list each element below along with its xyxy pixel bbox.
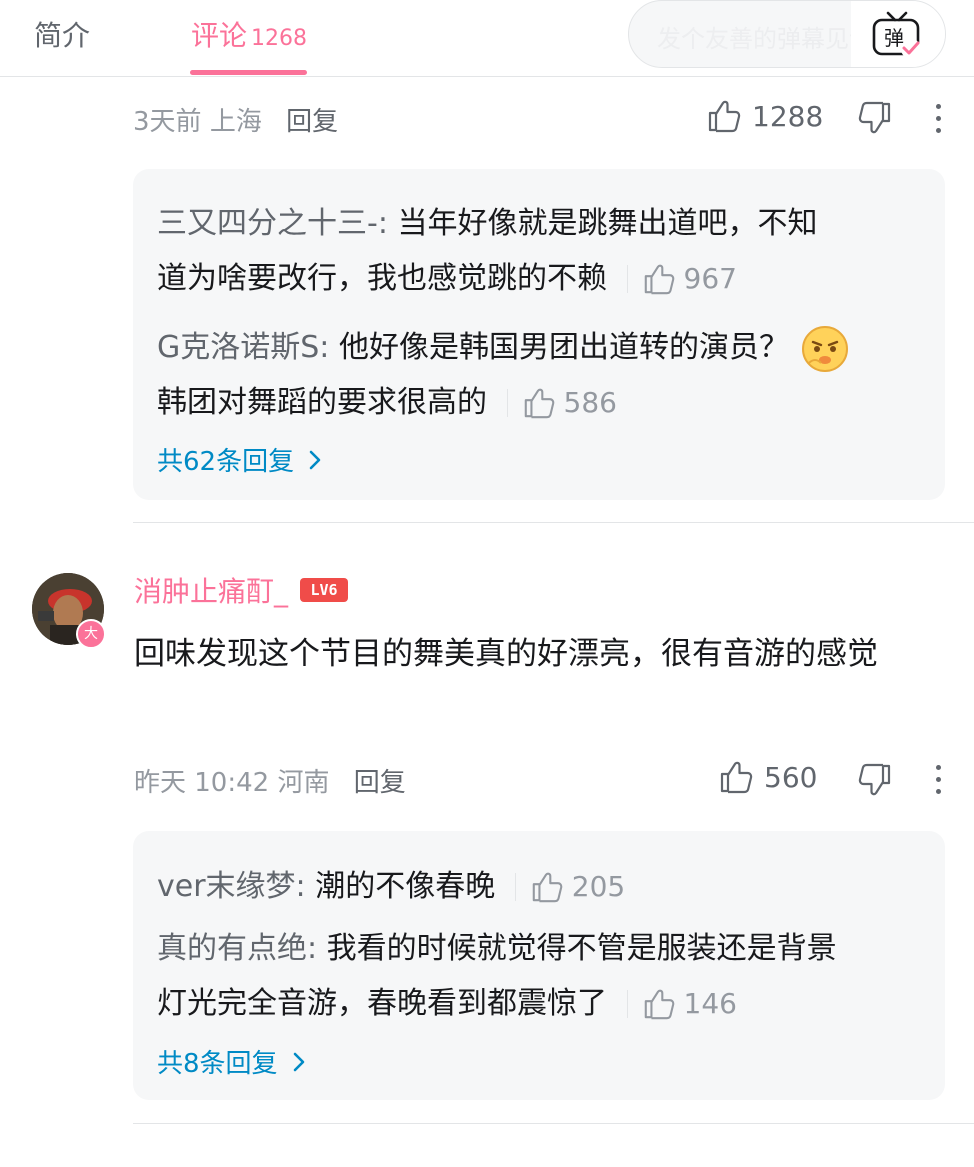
- reply-username[interactable]: 真的有点绝: [157, 931, 307, 966]
- danmaku-tv-icon: 弹: [872, 11, 921, 59]
- avatar-badge: 大: [76, 619, 106, 649]
- reply-content: 我看的时候就觉得不管是服装还是背景: [326, 931, 837, 966]
- like-button[interactable]: 560: [718, 759, 817, 795]
- comment-divider: [133, 1123, 974, 1124]
- active-tab-indicator: [190, 70, 307, 75]
- view-more-replies-link[interactable]: 共62条回复: [157, 441, 326, 478]
- reply-content-cont: 韩团对舞蹈的要求很高的: [157, 385, 487, 420]
- comment-divider: [133, 522, 974, 523]
- thumbs-up-icon: [522, 386, 556, 420]
- thumbs-up-icon: [642, 987, 676, 1021]
- more-options-icon[interactable]: [934, 765, 942, 797]
- thumbs-up-icon: [706, 98, 742, 134]
- thumbs-up-icon: [718, 759, 754, 795]
- like-count: 560: [764, 760, 818, 794]
- comment-text: 回味发现这个节目的舞美真的好漂亮，很有音游的感觉: [134, 636, 878, 672]
- reply-item[interactable]: ver末缘梦: 潮的不像春晚 205: [157, 859, 625, 914]
- chevron-right-icon: [288, 1051, 310, 1073]
- danmaku-input[interactable]: 发个友善的弹幕见证当下 弹: [628, 0, 946, 68]
- reply-preview-panel: ver末缘梦: 潮的不像春晚 205 真的有点绝: 我看的时候就觉得不管是服装还…: [133, 831, 945, 1100]
- tab-comments[interactable]: 评论 1268: [191, 14, 307, 54]
- more-replies-label: 共8条回复: [157, 1049, 278, 1079]
- reply-like[interactable]: 967: [626, 251, 737, 306]
- reply-content: 潮的不像春晚: [315, 869, 496, 904]
- comment-location: 河南: [277, 768, 330, 798]
- more-options-icon[interactable]: [934, 104, 942, 136]
- username-label: 消肿止痛酊_: [134, 575, 289, 608]
- reply-username[interactable]: 三又四分之十三-: [157, 206, 378, 241]
- level-badge: LV6: [300, 578, 349, 602]
- reply-like-count: 586: [563, 386, 617, 419]
- more-replies-label: 共62条回复: [157, 447, 295, 477]
- reply-content: 当年好像就是跳舞出道吧，不知: [397, 206, 818, 241]
- reply-username[interactable]: ver末缘梦: [157, 869, 296, 904]
- reply-like[interactable]: 146: [626, 976, 737, 1031]
- like-button[interactable]: 1288: [706, 98, 823, 134]
- reply-preview-panel: 三又四分之十三-: 当年好像就是跳舞出道吧，不知 道为啥要改行，我也感觉跳的不赖…: [133, 169, 945, 500]
- reply-like-count: 967: [683, 262, 737, 295]
- top-tab-bar: 简介 评论 1268 发个友善的弹幕见证当下 弹: [0, 0, 974, 77]
- reply-item[interactable]: 三又四分之十三-: 当年好像就是跳舞出道吧，不知 道为啥要改行，我也感觉跳的不赖…: [157, 196, 817, 306]
- danmaku-toggle-button[interactable]: 弹: [851, 1, 945, 67]
- thumbs-down-icon[interactable]: [857, 762, 893, 798]
- reply-item[interactable]: G克洛诺斯S: 他好像是韩国男团出道转的演员？ 韩团对舞蹈的要求很高的 586: [157, 320, 851, 430]
- tab-comments-count: 1268: [251, 26, 308, 51]
- comment-time: 3天前: [133, 107, 202, 137]
- reply-content-cont: 灯光完全音游，春晚看到都震惊了: [157, 986, 607, 1021]
- comment-time: 昨天 10:42: [134, 768, 270, 798]
- reply-content: 他好像是韩国男团出道转的演员？: [338, 330, 789, 365]
- tab-comments-label: 评论: [191, 19, 248, 52]
- reply-item[interactable]: 真的有点绝: 我看的时候就觉得不管是服装还是背景 灯光完全音游，春晚看到都震惊了…: [157, 921, 837, 1031]
- reply-like-count: 205: [571, 870, 626, 903]
- comment-meta: 昨天 10:42 河南 回复: [134, 762, 406, 799]
- tab-intro[interactable]: 简介: [34, 14, 90, 54]
- thumbs-down-icon[interactable]: [857, 100, 893, 136]
- comment-location: 上海: [209, 107, 262, 137]
- reply-username[interactable]: G克洛诺斯S: [157, 330, 319, 365]
- like-count: 1288: [752, 99, 824, 133]
- reply-like-count: 146: [683, 987, 737, 1020]
- thumbs-up-icon: [530, 870, 564, 904]
- thumbs-up-icon: [642, 262, 676, 296]
- view-more-replies-link[interactable]: 共8条回复: [157, 1043, 310, 1080]
- comment-username[interactable]: 消肿止痛酊_ LV6: [134, 570, 349, 610]
- comment-meta: 3天前 上海 回复: [133, 101, 338, 138]
- reply-button[interactable]: 回复: [354, 768, 406, 798]
- chevron-right-icon: [304, 449, 326, 471]
- reply-like[interactable]: 205: [514, 859, 626, 914]
- reply-content-cont: 道为啥要改行，我也感觉跳的不赖: [157, 261, 607, 296]
- svg-text:弹: 弹: [884, 26, 904, 50]
- reply-button[interactable]: 回复: [286, 107, 338, 137]
- reply-like[interactable]: 586: [506, 375, 617, 430]
- thinking-emoji-icon: [801, 325, 848, 372]
